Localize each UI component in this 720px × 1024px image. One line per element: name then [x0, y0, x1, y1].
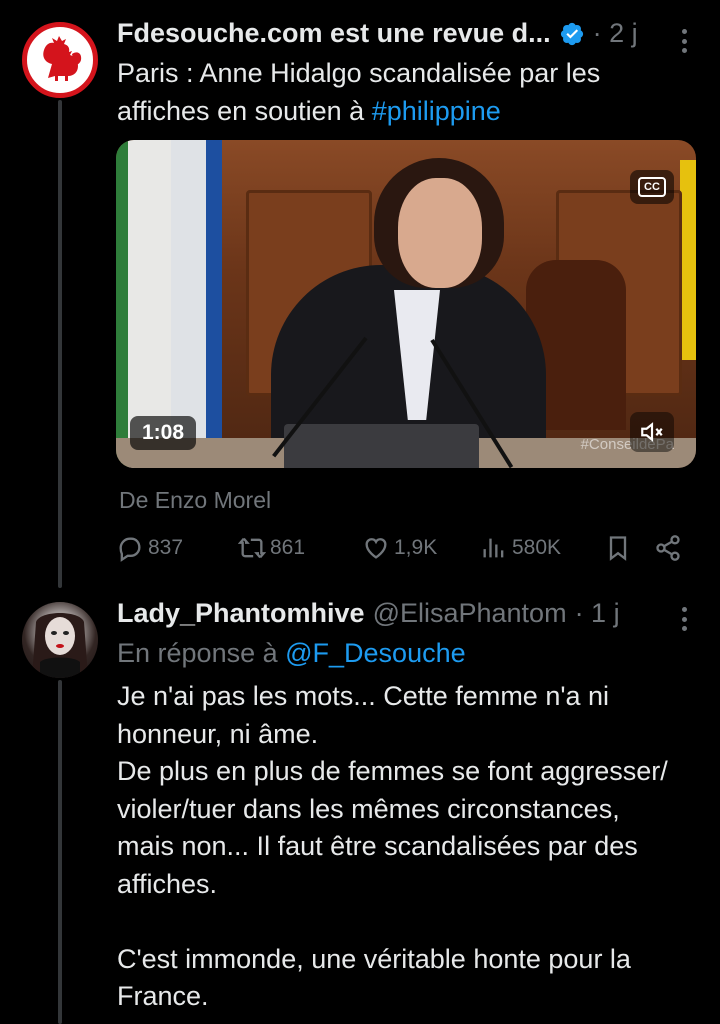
- tweet2-line: De plus en plus de femmes se font aggres…: [117, 756, 668, 786]
- tweet2-line: mais non... Il faut être scandalisées pa…: [117, 831, 638, 861]
- tweet1-more-icon[interactable]: [672, 26, 696, 56]
- share-button[interactable]: [654, 534, 682, 562]
- share-icon: [656, 535, 680, 561]
- repost-count: 861: [270, 536, 306, 559]
- tweet2-line: honneur, ni âme.: [117, 718, 319, 749]
- mute-icon: [641, 422, 663, 442]
- views-count: 580K: [512, 536, 562, 559]
- flag-stripe: [206, 140, 222, 468]
- tweet2-time[interactable]: · 1 j: [575, 598, 620, 629]
- tweet1-text-line2: affiches en soutien à: [117, 95, 372, 126]
- tweet2-more-icon[interactable]: [672, 604, 696, 634]
- reply-icon: [119, 537, 141, 562]
- reply-count: 837: [148, 536, 184, 559]
- rooster-logo: [43, 36, 82, 81]
- tweet1-text: Paris : Anne Hidalgo scandalisée par les…: [117, 55, 600, 130]
- repost-button[interactable]: 861: [238, 534, 305, 562]
- thread-line-2: [58, 680, 62, 1024]
- reply-button[interactable]: 837: [116, 534, 183, 562]
- tweet2-line: France.: [117, 981, 209, 1011]
- monitor: [284, 424, 479, 468]
- speaker-face: [398, 178, 482, 288]
- video-player[interactable]: CC 1:08 #ConseildePa: [116, 140, 696, 468]
- cc-icon: CC: [638, 177, 666, 197]
- verified-icon: [560, 22, 583, 45]
- views-button[interactable]: 580K: [480, 534, 561, 562]
- tweet1-display-name[interactable]: Fdesouche.com est une revue d...: [117, 18, 551, 49]
- lady-phantomhive-avatar[interactable]: [22, 602, 98, 678]
- bookmark-icon: [609, 536, 627, 561]
- repost-icon: [238, 537, 266, 559]
- tweet1-time[interactable]: · 2 j: [593, 18, 638, 49]
- reply-prefix: En réponse à: [117, 638, 286, 668]
- hashtag-link[interactable]: #philippine: [372, 96, 501, 126]
- tweet2-text: Je n'ai pas les mots... Cette femme n'a …: [117, 678, 668, 1016]
- tweet2-line: affiches.: [117, 868, 218, 899]
- video-duration: 1:08: [130, 416, 197, 450]
- fdesouche-avatar[interactable]: [22, 22, 98, 98]
- like-button[interactable]: 1,9K: [362, 534, 437, 562]
- tweet2-line: C'est immonde, une véritable honte pour …: [117, 943, 631, 974]
- like-icon: [365, 538, 387, 559]
- tweet2-line: Je n'ai pas les mots... Cette femme n'a …: [117, 681, 610, 711]
- tweet2-line: [117, 903, 668, 941]
- bookmark-button[interactable]: [604, 534, 632, 562]
- views-icon: [483, 538, 504, 558]
- mute-button[interactable]: [630, 412, 674, 452]
- tweet2-line: violer/tuer dans les mêmes circonstances…: [117, 793, 620, 824]
- flag-right: [680, 160, 696, 360]
- tweet1-actions: 837 861 1,9K 580K: [116, 534, 696, 566]
- like-count: 1,9K: [394, 536, 438, 559]
- reply-to-link[interactable]: @F_Desouche: [285, 638, 466, 668]
- cc-button[interactable]: CC: [630, 170, 674, 204]
- thread-line-1: [58, 100, 62, 588]
- tweet2-handle[interactable]: @ElisaPhantom: [373, 598, 567, 629]
- tweet1-text-line1: Paris : Anne Hidalgo scandalisée par les: [117, 58, 601, 88]
- avatar-portrait: [22, 602, 98, 678]
- video-attribution[interactable]: De Enzo Morel: [119, 487, 271, 514]
- tweet2-display-name[interactable]: Lady_Phantomhive: [117, 598, 365, 629]
